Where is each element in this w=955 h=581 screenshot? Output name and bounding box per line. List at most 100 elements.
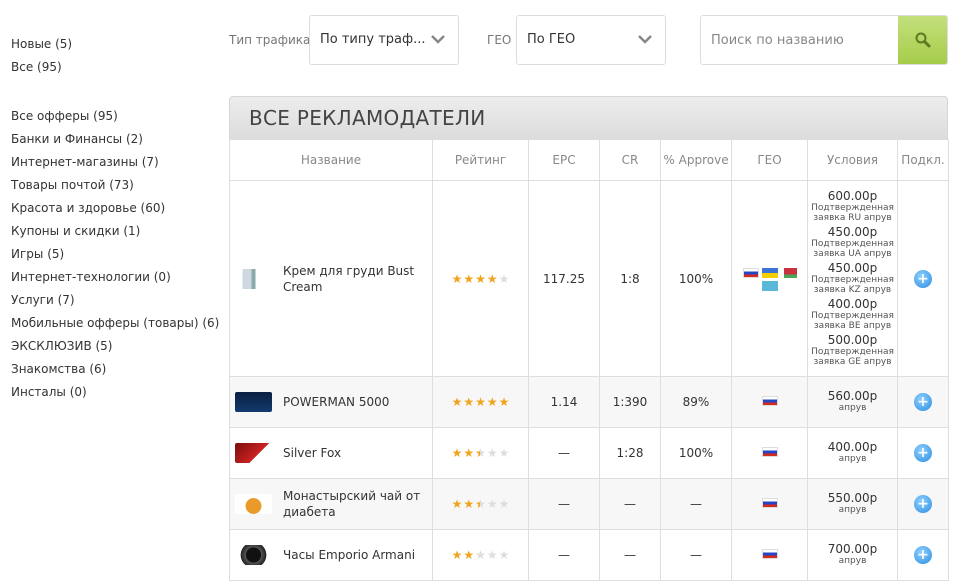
rating-stars: ★ ★ ★ ★ ★ — [452, 498, 510, 510]
column-header: EPC — [528, 139, 600, 181]
flag-by-icon — [780, 267, 797, 278]
rating-stars: ★ ★ ★ ★ ★ — [452, 396, 510, 408]
offer-name-text[interactable]: POWERMAN 5000 — [283, 394, 389, 410]
table-header: Название Рейтинг EPC CR% Approve ГЕО Условия П… — [229, 139, 949, 181]
payout-price: 560.00р — [827, 389, 878, 403]
payout-condition: апрув — [838, 454, 867, 464]
star-icon: ★ — [486, 548, 498, 562]
star-icon: ★ — [475, 271, 486, 286]
category-link[interactable]: Купоны и скидки (1) — [11, 220, 219, 243]
category-link[interactable]: ЭКСКЛЮЗИВ (5) — [11, 335, 219, 358]
table-row: Silver Fox★★★★★—1:28100%400.00рапрув+ — [229, 427, 949, 479]
star-icon: ★ — [486, 446, 498, 460]
column-header: CR — [599, 139, 661, 181]
payout-condition: Подтвержденная заявка KZ апрув — [811, 274, 894, 295]
geo-flags — [741, 267, 799, 291]
geo-cell — [731, 180, 808, 377]
table-row: Монастырский чай от диабета★★★★★———550.0… — [229, 478, 949, 530]
column-header: % Approve — [660, 139, 732, 181]
traffic-type-select[interactable]: По типу траф... — [309, 15, 459, 65]
offer-name[interactable]: Часы Emporio Armani — [230, 545, 432, 565]
star-icon: ★ — [486, 271, 498, 286]
star-icon: ★ — [475, 395, 486, 409]
category-link[interactable]: Интернет-технологии (0) — [11, 266, 219, 289]
connect-plus-icon[interactable]: + — [914, 444, 932, 462]
connect-cell: + — [897, 529, 949, 581]
geo-label: ГЕО — [487, 33, 512, 47]
rating-stars: ★ ★ ★ ★ ★ — [452, 549, 510, 561]
offer-thumbnail — [235, 443, 272, 463]
rating-stars: ★ ★ ★ ★ ★ — [452, 447, 510, 459]
category-link[interactable]: Все офферы (95) — [11, 105, 219, 128]
star-icon: ★ — [475, 498, 486, 510]
geo-cell — [731, 376, 808, 428]
payout-condition: Подтвержденная заявка UA апрув — [811, 238, 894, 259]
quick-filter-link[interactable]: Новые (5) — [11, 33, 72, 56]
offer-thumbnail — [235, 268, 272, 289]
offer-name[interactable]: Silver Fox — [230, 443, 432, 463]
category-link[interactable]: Мобильные офферы (товары) (6) — [11, 312, 219, 335]
star-icon: ★ — [475, 447, 486, 459]
offer-name-text[interactable]: Монастырский чай от диабета — [283, 488, 432, 520]
approve-cell: — — [660, 478, 732, 530]
payout-condition: Подтвержденная заявка BE апрув — [811, 310, 894, 331]
flag-ru-icon — [761, 396, 778, 406]
geo-select[interactable]: По ГЕО — [516, 15, 666, 65]
connect-plus-icon[interactable]: + — [914, 495, 932, 513]
offer-name-text[interactable]: Крем для груди Bust Cream — [283, 263, 432, 295]
chevron-down-icon — [431, 35, 445, 44]
cr-cell: — — [599, 478, 661, 530]
payout-price: 450.00р — [827, 260, 878, 275]
connect-cell: + — [897, 427, 949, 479]
traffic-type-label: Тип трафика — [229, 33, 311, 47]
category-link[interactable]: Инсталы (0) — [11, 381, 219, 404]
geo-cell — [731, 478, 808, 530]
column-header: Рейтинг — [432, 139, 529, 181]
star-icon: ★ — [451, 497, 463, 511]
terms-cell: 600.00р Подтвержденная заявка RU апрув 450… — [807, 180, 898, 377]
table-row: Часы Emporio Armani ★ ★ ★ ★ ★ — — —700.00р апрув + — [229, 529, 949, 581]
search-button[interactable] — [898, 16, 947, 64]
category-link[interactable]: Знакомства (6) — [11, 358, 219, 381]
geo-cell — [731, 529, 808, 581]
rating-cell: ★ ★ ★ ★ ★ — [432, 180, 529, 377]
offer-name[interactable]: Крем для груди Bust Cream — [230, 263, 432, 295]
column-header: Условия — [807, 139, 898, 181]
category-link[interactable]: Интернет-магазины (7) — [11, 151, 219, 174]
connect-plus-icon[interactable]: + — [914, 393, 932, 411]
flag-ru-icon — [761, 549, 778, 559]
payout-condition: апрув — [838, 505, 867, 515]
offer-name[interactable]: Монастырский чай от диабета — [230, 488, 432, 520]
star-icon: ★ — [451, 548, 463, 562]
connect-plus-icon[interactable]: + — [914, 269, 932, 288]
terms-cell: 550.00р апрув — [807, 478, 898, 530]
terms-cell: 400.00р апрув — [807, 427, 898, 479]
payout-price: 400.00р — [827, 296, 878, 311]
search-input[interactable] — [701, 16, 900, 64]
offer-name-text[interactable]: Silver Fox — [283, 445, 341, 461]
category-link[interactable]: Товары почтой (73) — [11, 174, 219, 197]
advertisers-panel: ВСЕ РЕКЛАМОДАТЕЛИ Название Рейтинг EPC CR% … — [229, 96, 949, 581]
category-link[interactable]: Игры (5) — [11, 243, 219, 266]
category-link[interactable]: Услуги (7) — [11, 289, 219, 312]
star-icon: ★ — [463, 395, 475, 409]
quick-filter-link[interactable]: Все (95) — [11, 56, 72, 79]
geo-value: По ГЕО — [527, 32, 576, 47]
column-header: Подкл. — [897, 139, 949, 181]
search-box — [700, 15, 948, 65]
category-link[interactable]: Красота и здоровье (60) — [11, 197, 219, 220]
geo-flags — [741, 396, 799, 406]
payout-price: 600.00р — [827, 188, 878, 203]
column-header: Название — [229, 139, 433, 181]
category-link[interactable]: Банки и Финансы (2) — [11, 128, 219, 151]
offer-name[interactable]: POWERMAN 5000 — [230, 392, 432, 412]
connect-plus-icon[interactable]: + — [914, 546, 932, 564]
offer-thumbnail — [235, 392, 272, 412]
search-icon — [915, 32, 930, 48]
panel-title: ВСЕ РЕКЛАМОДАТЕЛИ — [229, 96, 948, 139]
offer-name-cell: POWERMAN 5000 — [229, 376, 433, 428]
offer-name-text[interactable]: Часы Emporio Armani — [283, 547, 415, 563]
rating-stars: ★ ★ ★ ★ ★ — [452, 273, 510, 285]
geo-flags — [741, 549, 799, 559]
star-icon: ★ — [451, 395, 463, 409]
